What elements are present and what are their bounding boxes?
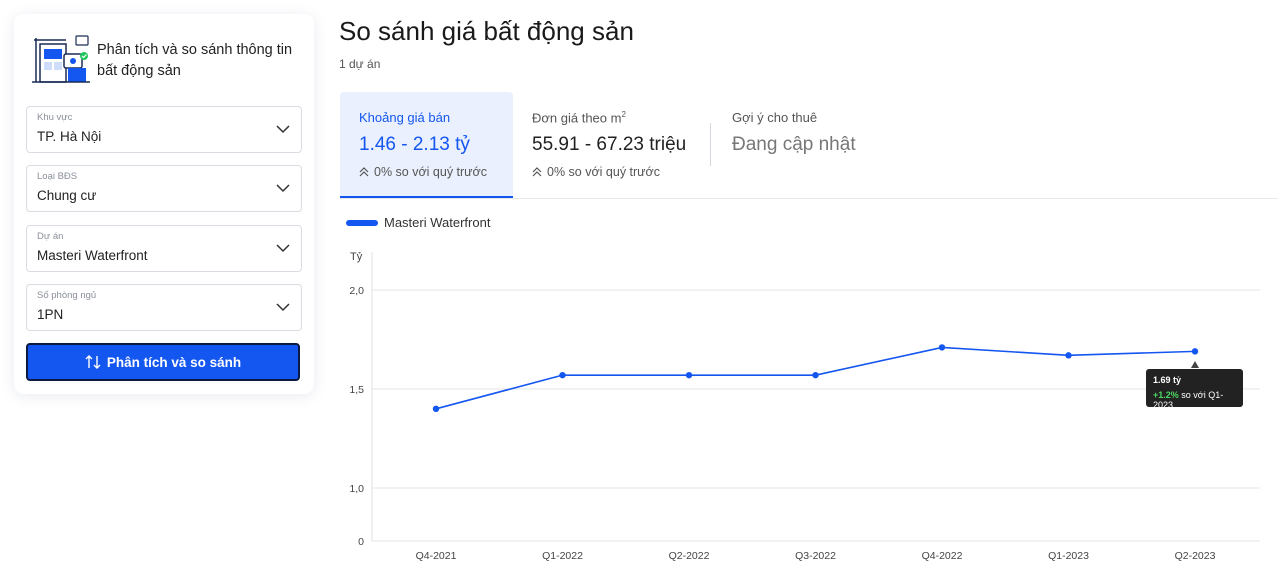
tooltip-arrow: [1191, 361, 1199, 368]
chevron-down-icon: [276, 184, 290, 193]
panel-header: Phân tích và so sánh thông tin bất động …: [32, 32, 302, 92]
x-tick-label: Q2-2023: [1175, 550, 1216, 562]
double-chevron-up-icon: [359, 167, 369, 177]
project-count: 1 dự án: [339, 57, 381, 71]
region-select[interactable]: Khu vực TP. Hà Nội: [26, 106, 302, 153]
y-tick-label: 2,0: [349, 285, 364, 297]
filter-panel: Phân tích và so sánh thông tin bất động …: [14, 14, 314, 394]
chart-legend[interactable]: Masteri Waterfront: [346, 215, 490, 230]
tab-rental-label: Gợi ý cho thuê: [732, 110, 818, 125]
tab-divider: [710, 123, 711, 166]
bedrooms-label: Số phòng ngủ: [37, 290, 97, 301]
bedrooms-select[interactable]: Số phòng ngủ 1PN: [26, 284, 302, 331]
property-type-value: Chung cư: [37, 188, 97, 203]
property-type-label: Loại BĐS: [37, 171, 78, 182]
tab-unit-price-value: 55.91 - 67.23 triệu: [532, 134, 687, 155]
data-point: [938, 344, 946, 351]
x-tick-label: Q3-2022: [795, 550, 836, 562]
y-tick-label: 0: [358, 536, 364, 548]
chevron-down-icon: [276, 303, 290, 312]
y-tick-label: 1,5: [349, 384, 364, 396]
chevron-down-icon: [276, 125, 290, 134]
legend-swatch: [346, 219, 378, 226]
x-tick-label: Q1-2022: [542, 550, 583, 562]
bedrooms-value: 1PN: [37, 307, 64, 322]
x-tick-label: Q1-2023: [1048, 550, 1089, 562]
tab-rental-suggestion[interactable]: Gợi ý cho thuê Đang cập nhật: [713, 92, 913, 198]
data-point: [812, 371, 819, 379]
tab-unit-price-label-sup: 2: [621, 110, 626, 119]
tab-price-range-change-text: 0% so với quý trước: [374, 165, 487, 179]
x-tick-label: Q4-2021: [416, 550, 457, 562]
double-chevron-up-icon: [532, 167, 542, 177]
tab-unit-price[interactable]: Đơn giá theo m2 55.91 - 67.23 triệu 0% s…: [513, 92, 713, 198]
tooltip-change-line: +1.2% so với Q1-2023: [1153, 390, 1243, 410]
x-tick-label: Q4-2022: [922, 550, 963, 562]
x-tick-label: Q2-2022: [669, 550, 710, 562]
tab-rental-value: Đang cập nhật: [732, 134, 856, 155]
tab-unit-price-label-text: Đơn giá theo m: [532, 110, 622, 126]
tab-price-range[interactable]: Khoảng giá bán 1.46 - 2.13 tỷ 0% so với …: [340, 92, 513, 198]
page-title: So sánh giá bất động sản: [339, 16, 634, 46]
region-value: TP. Hà Nội: [37, 129, 102, 144]
property-type-select[interactable]: Loại BĐS Chung cư: [26, 165, 302, 212]
data-point: [1065, 352, 1072, 359]
chart-tooltip: 1.69 tỷ +1.2% so với Q1-2023: [1146, 369, 1243, 410]
data-point: [559, 371, 566, 379]
project-label: Dự án: [37, 231, 64, 242]
data-point: [685, 371, 693, 379]
tab-unit-price-change-text: 0% so với quý trước: [547, 165, 660, 179]
project-select[interactable]: Dự án Masteri Waterfront: [26, 225, 302, 272]
y-axis-label: Tỷ: [350, 251, 363, 263]
tab-unit-price-change: 0% so với quý trước: [532, 165, 660, 179]
tooltip-value: 1.69 tỷ: [1153, 375, 1182, 385]
analyze-compare-button[interactable]: Phân tích và so sánh: [26, 343, 300, 381]
tab-unit-price-label: Đơn giá theo m2: [532, 110, 626, 125]
price-line-chart: Tỷ 2,0 1,5 1,0 0 Q4-2021 Q1-2022 Q2-2022 Q3-2022…: [349, 251, 1260, 562]
project-value: Masteri Waterfront: [37, 248, 148, 263]
tooltip-change: +1.2%: [1153, 390, 1179, 400]
tab-price-range-label: Khoảng giá bán: [359, 110, 451, 125]
analysis-illustration-icon: [32, 35, 90, 83]
tab-price-range-change: 0% so với quý trước: [359, 165, 487, 179]
chevron-down-icon: [276, 244, 290, 253]
metric-tabs: Khoảng giá bán 1.46 - 2.13 tỷ 0% so với …: [340, 92, 1278, 199]
panel-title: Phân tích và so sánh thông tin bất động …: [97, 42, 293, 79]
tab-price-range-value: 1.46 - 2.13 tỷ: [359, 134, 470, 155]
data-point: [1191, 348, 1199, 355]
data-point: [432, 405, 440, 412]
sort-arrows-icon: [85, 355, 101, 369]
y-tick-label: 1,0: [349, 483, 364, 495]
region-label: Khu vực: [37, 112, 73, 123]
legend-label: Masteri Waterfront: [384, 215, 491, 230]
analyze-compare-label: Phân tích và so sánh: [106, 354, 242, 370]
